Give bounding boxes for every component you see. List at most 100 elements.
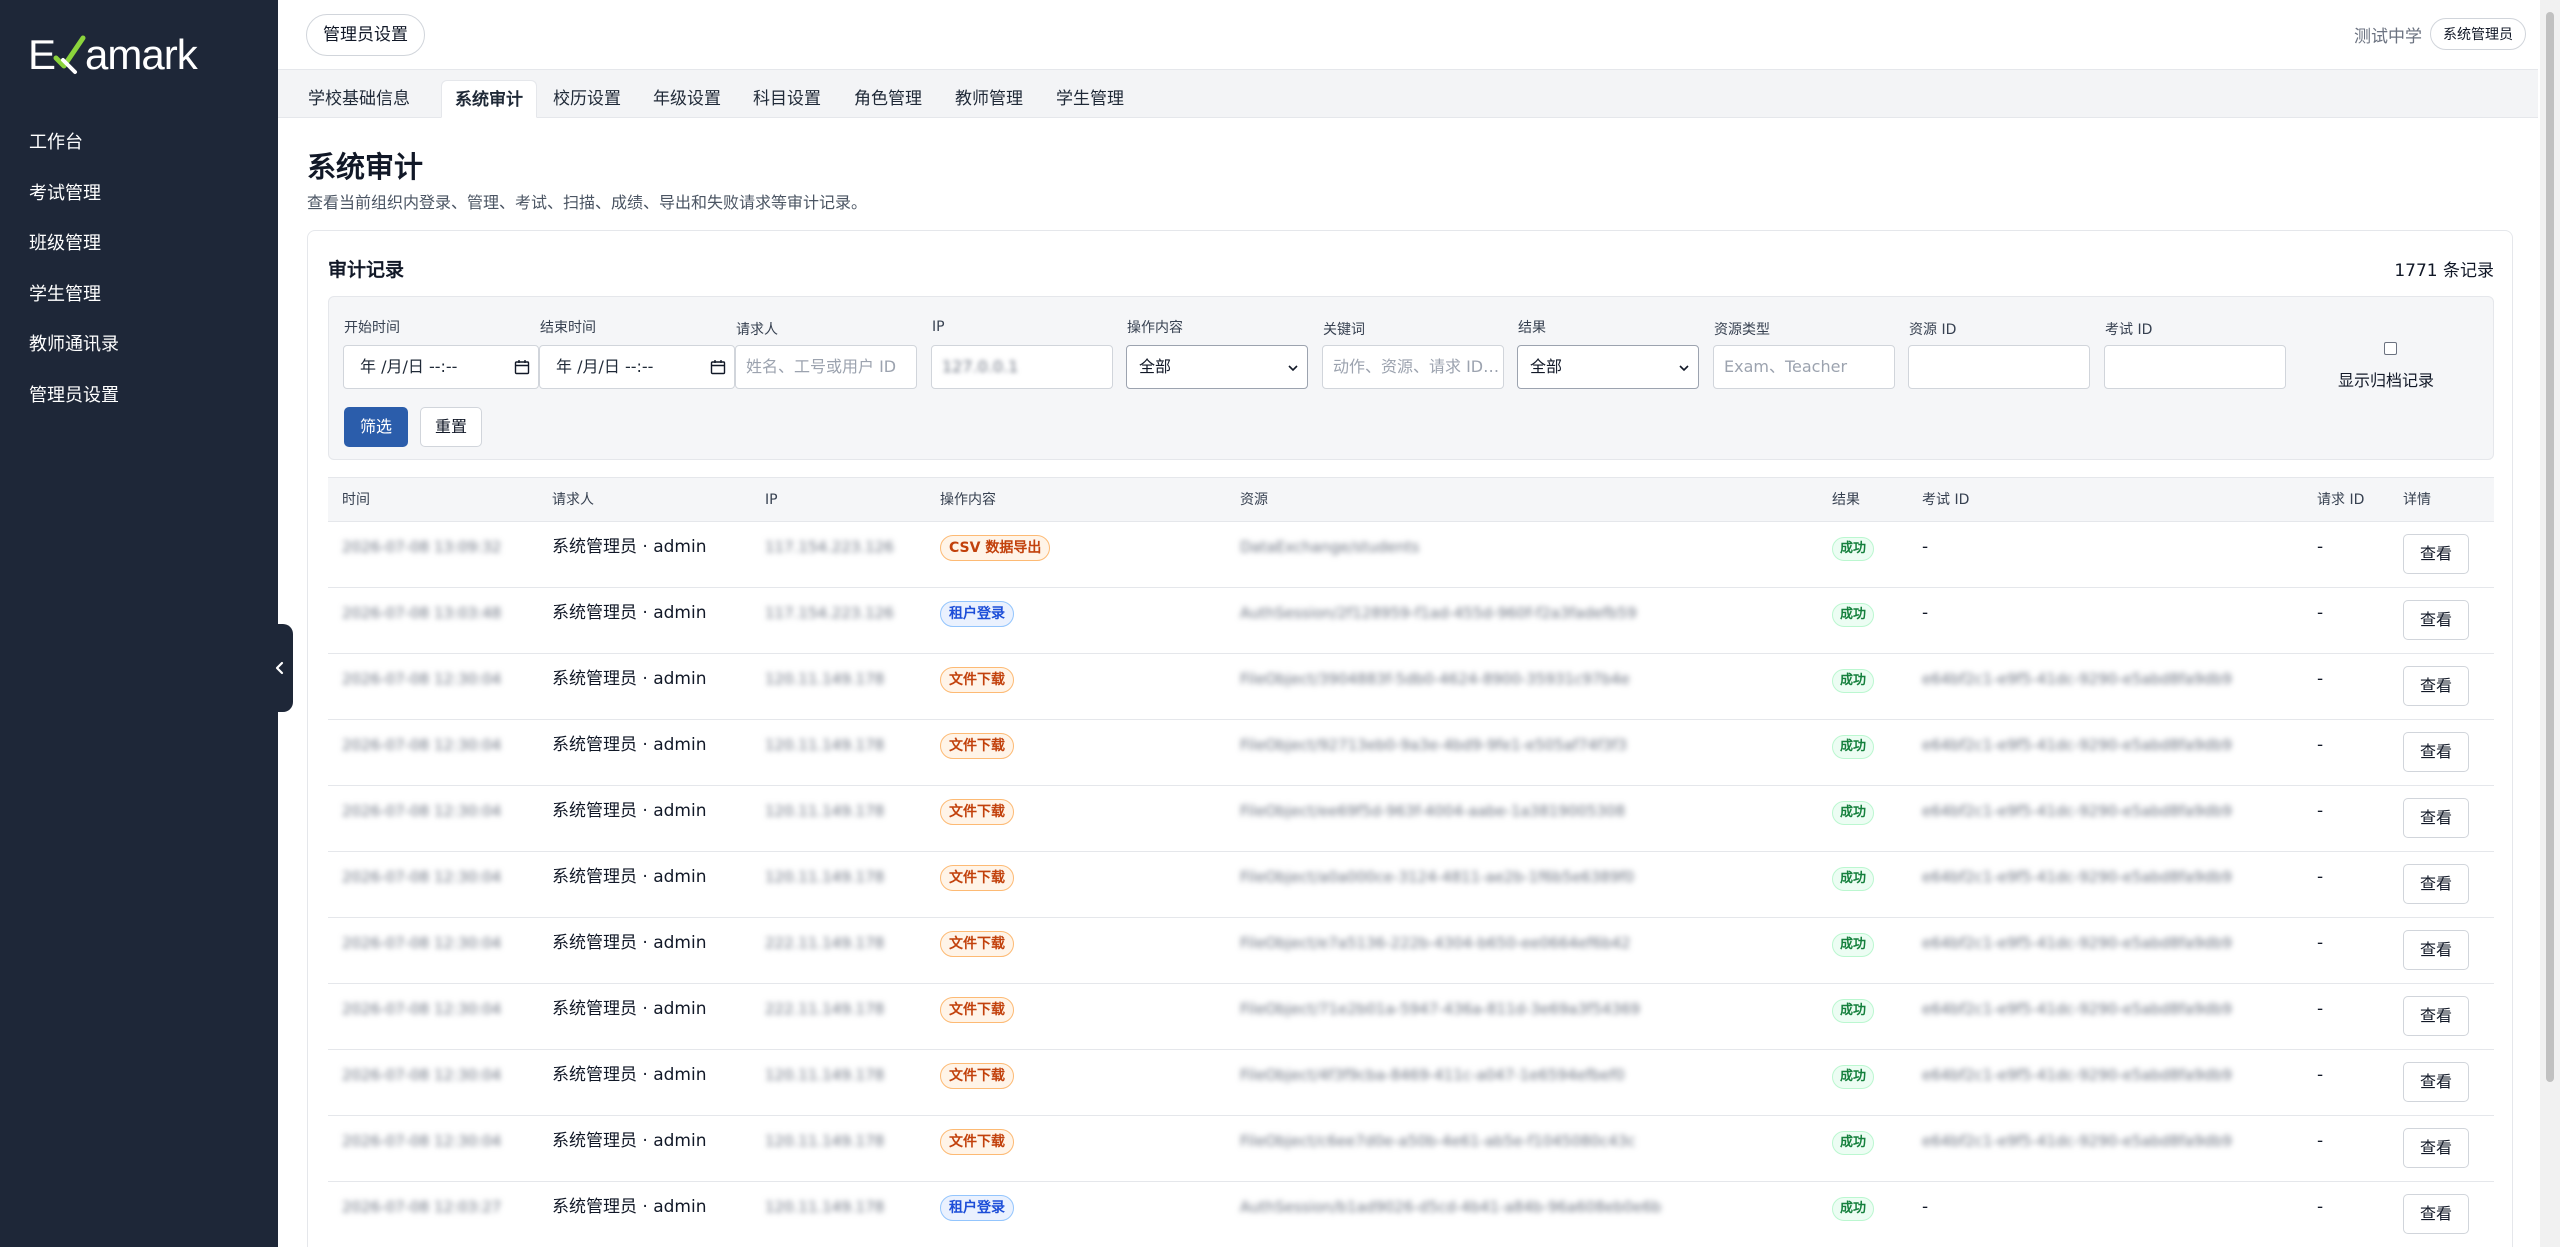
cell-action: 文件下载 xyxy=(940,918,1014,984)
view-details-button[interactable]: 查看 xyxy=(2403,1194,2469,1234)
ip-input[interactable]: 127.0.0.1 xyxy=(931,345,1113,389)
cell-requester: 系统管理员 · admin xyxy=(552,1197,707,1217)
reset-button[interactable]: 重置 xyxy=(420,407,482,447)
tab-subjects[interactable]: 科目设置 xyxy=(751,80,823,118)
cell-requester: 系统管理员 · admin xyxy=(552,669,707,689)
top-header: 管理员设置 测试中学 系统管理员 xyxy=(278,0,2538,70)
view-details-button[interactable]: 查看 xyxy=(2403,864,2469,904)
status-badge: 成功 xyxy=(1832,1065,1875,1089)
view-details-button[interactable]: 查看 xyxy=(2403,930,2469,970)
cell-result: 成功 xyxy=(1832,786,1875,852)
requester-input[interactable]: 姓名、工号或用户 ID xyxy=(735,345,917,389)
tab-system-audit[interactable]: 系统审计 xyxy=(441,80,537,118)
cell-time: 2026-07-08 12:30:04 xyxy=(342,1132,502,1150)
sidebar-item-classes[interactable]: 班级管理 xyxy=(0,219,278,270)
cell-details: 查看 xyxy=(2403,918,2469,984)
show-archived-label[interactable]: 显示归档记录 xyxy=(2338,367,2434,391)
sidebar-item-teacher-directory[interactable]: 教师通讯录 xyxy=(0,320,278,371)
view-details-button[interactable]: 查看 xyxy=(2403,1128,2469,1168)
cell-details: 查看 xyxy=(2403,588,2469,654)
chevron-down-icon xyxy=(1679,365,1689,372)
view-details-button[interactable]: 查看 xyxy=(2403,1062,2469,1102)
start-time-value: 年 /月/日 --:-- xyxy=(360,357,458,376)
table-header: 时间 请求人 IP 操作内容 资源 结果 考试 ID 请求 ID 详情 xyxy=(328,477,2494,522)
cell-ip: 120.11.149.178 xyxy=(765,1198,885,1216)
cell-result: 成功 xyxy=(1832,588,1875,654)
cell-result: 成功 xyxy=(1832,1050,1875,1116)
cell-request-id: - xyxy=(2317,867,2324,887)
view-details-button[interactable]: 查看 xyxy=(2403,534,2469,574)
show-archived-checkbox[interactable] xyxy=(2384,342,2397,355)
cell-request-id: - xyxy=(2317,735,2324,755)
column-header-requester: 请求人 xyxy=(552,492,594,508)
view-details-button[interactable]: 查看 xyxy=(2403,666,2469,706)
examark-logo[interactable]: E amark xyxy=(28,28,198,82)
calendar-icon[interactable] xyxy=(710,359,726,375)
cell-action: 文件下载 xyxy=(940,720,1014,786)
chevron-down-icon xyxy=(1288,365,1298,372)
view-details-button[interactable]: 查看 xyxy=(2403,732,2469,772)
user-role-badge[interactable]: 系统管理员 xyxy=(2430,18,2526,50)
status-badge: 成功 xyxy=(1832,999,1875,1023)
audit-records-card: 审计记录 1771 条记录 开始时间 结束时间 请求人 IP 操作内容 关键词 … xyxy=(307,230,2513,1247)
scrollbar-thumb[interactable] xyxy=(2546,12,2554,1082)
cell-ip: 120.11.149.178 xyxy=(765,1066,885,1084)
tab-students[interactable]: 学生管理 xyxy=(1054,80,1126,118)
tab-calendar[interactable]: 校历设置 xyxy=(551,80,623,118)
sidebar-item-students[interactable]: 学生管理 xyxy=(0,270,278,321)
keyword-input[interactable]: 动作、资源、请求 ID… xyxy=(1322,345,1504,389)
tab-grades[interactable]: 年级设置 xyxy=(651,80,723,118)
sidebar-collapse-button[interactable] xyxy=(266,624,293,712)
table-row: 2026-07-08 12:30:04 系统管理员 · admin 120.11.1… xyxy=(328,720,2494,786)
cell-action: 文件下载 xyxy=(940,984,1014,1050)
cell-details: 查看 xyxy=(2403,1116,2469,1182)
resource-type-input[interactable]: Exam、Teacher xyxy=(1713,345,1895,389)
tab-school-info[interactable]: 学校基础信息 xyxy=(306,80,412,118)
cell-details: 查看 xyxy=(2403,720,2469,786)
current-page-button[interactable]: 管理员设置 xyxy=(306,14,425,56)
cell-time: 2026-07-08 12:30:04 xyxy=(342,670,502,688)
cell-ip: 222.11.149.178 xyxy=(765,1000,885,1018)
action-select[interactable]: 全部 xyxy=(1126,345,1308,389)
exam-id-input[interactable] xyxy=(2104,345,2286,389)
cell-exam-id: e64bf2c1-e9f5-41dc-9290-e5abd8fa9db9 xyxy=(1922,1132,2232,1150)
table-row: 2026-07-08 13:09:32 系统管理员 · admin 117.154.… xyxy=(328,522,2494,588)
exam-id-label: 考试 ID xyxy=(2105,322,2153,338)
cell-time: 2026-07-08 12:30:04 xyxy=(342,868,502,886)
sidebar-item-exams[interactable]: 考试管理 xyxy=(0,169,278,220)
page-scrollbar[interactable] xyxy=(2540,0,2560,1247)
cell-exam-id: e64bf2c1-e9f5-41dc-9290-e5abd8fa9db9 xyxy=(1922,934,2232,952)
result-select[interactable]: 全部 xyxy=(1517,345,1699,389)
cell-resource: DataExchange/students xyxy=(1240,538,1420,556)
table-body: 2026-07-08 13:09:32 系统管理员 · admin 117.154.… xyxy=(328,522,2494,1247)
action-badge: 文件下载 xyxy=(940,997,1014,1023)
sidebar-item-admin-settings[interactable]: 管理员设置 xyxy=(0,371,278,422)
keyword-label: 关键词 xyxy=(1323,322,1365,338)
column-header-ip: IP xyxy=(765,492,778,508)
cell-exam-id: e64bf2c1-e9f5-41dc-9290-e5abd8fa9db9 xyxy=(1922,736,2232,754)
cell-request-id: - xyxy=(2317,1131,2324,1151)
cell-action: 租户登录 xyxy=(940,1182,1014,1247)
cell-resource: FileObject/92713eb0-9a3e-4bd9-9fe1-e505a… xyxy=(1240,736,1627,754)
resource-id-input[interactable] xyxy=(1908,345,2090,389)
cell-requester: 系统管理员 · admin xyxy=(552,1131,707,1151)
filter-button[interactable]: 筛选 xyxy=(344,407,408,447)
action-badge: 文件下载 xyxy=(940,865,1014,891)
tab-roles[interactable]: 角色管理 xyxy=(852,80,924,118)
cell-ip: 120.11.149.178 xyxy=(765,802,885,820)
action-badge: 文件下载 xyxy=(940,931,1014,957)
tab-teachers[interactable]: 教师管理 xyxy=(953,80,1025,118)
cell-exam-id: e64bf2c1-e9f5-41dc-9290-e5abd8fa9db9 xyxy=(1922,1000,2232,1018)
calendar-icon[interactable] xyxy=(514,359,530,375)
view-details-button[interactable]: 查看 xyxy=(2403,600,2469,640)
sidebar-item-workbench[interactable]: 工作台 xyxy=(0,118,278,169)
school-name: 测试中学 xyxy=(2354,26,2422,47)
view-details-button[interactable]: 查看 xyxy=(2403,996,2469,1036)
view-details-button[interactable]: 查看 xyxy=(2403,798,2469,838)
cell-action: 租户登录 xyxy=(940,588,1014,654)
record-count: 1771 条记录 xyxy=(2394,261,2494,281)
cell-ip: 120.11.149.178 xyxy=(765,736,885,754)
status-badge: 成功 xyxy=(1832,1197,1875,1221)
end-time-input[interactable]: 年 /月/日 --:-- xyxy=(539,345,735,389)
start-time-input[interactable]: 年 /月/日 --:-- xyxy=(343,345,539,389)
